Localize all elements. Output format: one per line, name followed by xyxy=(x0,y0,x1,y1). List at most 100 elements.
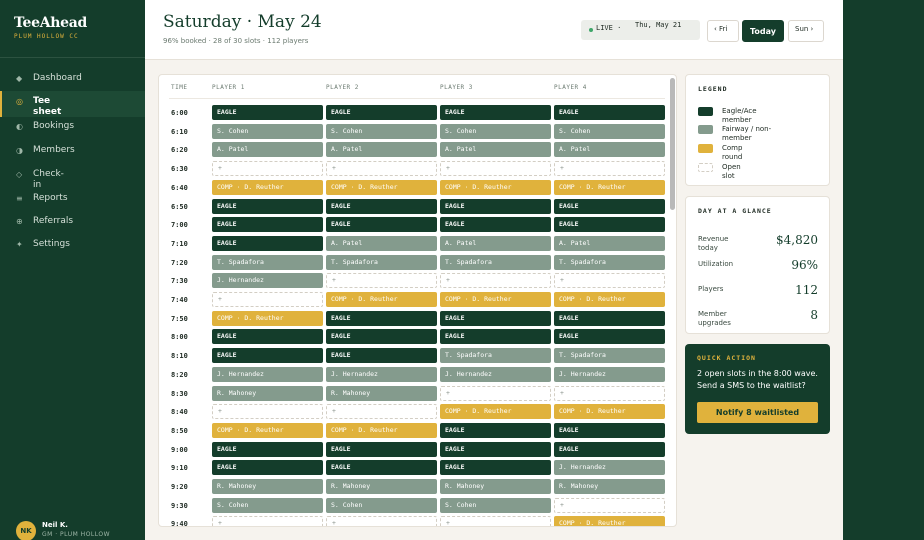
booking-slot[interactable]: COMP · D. Reuther xyxy=(212,179,323,195)
booking-slot[interactable]: COMP · D. Reuther xyxy=(440,179,551,195)
booking-slot[interactable]: EAGLE xyxy=(212,105,323,120)
open-slot[interactable]: + xyxy=(440,161,551,177)
booking-slot[interactable]: A. Patel xyxy=(212,142,323,158)
notify-waitlist-button[interactable]: Notify 8 waitlisted xyxy=(697,402,818,423)
booking-slot[interactable]: EAGLE xyxy=(212,198,323,214)
booking-slot[interactable]: S. Cohen xyxy=(212,497,323,513)
booking-slot[interactable]: T. Spadafora xyxy=(440,348,551,364)
sidebar-item-referrals[interactable]: ⊕ Referrals xyxy=(0,216,145,236)
sidebar-item-settings[interactable]: ✦ Settings xyxy=(0,239,145,259)
booking-slot[interactable]: EAGLE xyxy=(440,422,551,438)
booking-slot[interactable]: COMP · D. Reuther xyxy=(554,404,665,420)
booking-slot[interactable]: J. Hernandez xyxy=(212,366,323,382)
booking-slot[interactable]: COMP · D. Reuther xyxy=(212,422,323,438)
booking-slot[interactable]: EAGLE xyxy=(212,235,323,251)
booking-slot[interactable]: EAGLE xyxy=(212,348,323,364)
open-slot[interactable]: + xyxy=(212,161,323,177)
booking-slot[interactable]: A. Patel xyxy=(440,235,551,251)
next-day-button[interactable]: Sun › xyxy=(788,20,824,42)
booking-slot[interactable]: J. Hernandez xyxy=(554,460,665,476)
booking-slot[interactable]: T. Spadafora xyxy=(554,254,665,270)
booking-slot[interactable]: EAGLE xyxy=(326,310,437,326)
open-slot[interactable]: + xyxy=(554,497,665,513)
booking-slot[interactable]: EAGLE xyxy=(440,105,551,120)
booking-slot[interactable]: R. Mahoney xyxy=(326,385,437,401)
booking-slot[interactable]: R. Mahoney xyxy=(212,385,323,401)
booking-slot[interactable]: A. Patel xyxy=(554,142,665,158)
booking-slot[interactable]: T. Spadafora xyxy=(212,254,323,270)
today-button[interactable]: Today xyxy=(742,20,784,42)
sidebar-item-tee-sheet[interactable]: ◎ Tee sheet xyxy=(0,91,145,117)
booking-slot[interactable]: S. Cohen xyxy=(326,497,437,513)
booking-slot[interactable]: EAGLE xyxy=(326,105,437,120)
booking-slot[interactable]: J. Hernandez xyxy=(326,366,437,382)
prev-day-button[interactable]: ‹ Fri xyxy=(707,20,739,42)
booking-slot[interactable]: EAGLE xyxy=(440,441,551,457)
booking-slot[interactable]: COMP · D. Reuther xyxy=(554,179,665,195)
open-slot[interactable]: + xyxy=(554,273,665,289)
open-slot[interactable]: + xyxy=(554,161,665,177)
booking-slot[interactable]: A. Patel xyxy=(326,142,437,158)
booking-slot[interactable]: COMP · D. Reuther xyxy=(326,422,437,438)
booking-slot[interactable]: EAGLE xyxy=(554,329,665,345)
booking-slot[interactable]: EAGLE xyxy=(440,329,551,345)
booking-slot[interactable]: S. Cohen xyxy=(440,123,551,139)
booking-slot[interactable]: COMP · D. Reuther xyxy=(554,292,665,307)
booking-slot[interactable]: J. Hernandez xyxy=(554,366,665,382)
booking-slot[interactable]: A. Patel xyxy=(554,235,665,251)
sidebar-item-reports[interactable]: ≡ Reports xyxy=(0,193,145,213)
booking-slot[interactable]: J. Hernandez xyxy=(440,366,551,382)
booking-slot[interactable]: EAGLE xyxy=(212,217,323,233)
booking-slot[interactable]: R. Mahoney xyxy=(326,479,437,494)
booking-slot[interactable]: EAGLE xyxy=(554,105,665,120)
open-slot[interactable]: + xyxy=(212,516,323,526)
booking-slot[interactable]: EAGLE xyxy=(212,329,323,345)
booking-slot[interactable]: EAGLE xyxy=(326,460,437,476)
sidebar-item-dashboard[interactable]: ◆ Dashboard xyxy=(0,73,145,93)
booking-slot[interactable]: S. Cohen xyxy=(326,123,437,139)
booking-slot[interactable]: EAGLE xyxy=(212,441,323,457)
booking-slot[interactable]: S. Cohen xyxy=(212,123,323,139)
booking-slot[interactable]: R. Mahoney xyxy=(212,479,323,494)
booking-slot[interactable]: EAGLE xyxy=(554,198,665,214)
open-slot[interactable]: + xyxy=(326,273,437,289)
booking-slot[interactable]: A. Patel xyxy=(440,142,551,158)
booking-slot[interactable]: EAGLE xyxy=(440,198,551,214)
sidebar-item-check-in[interactable]: ◇ Check-in xyxy=(0,169,145,190)
booking-slot[interactable]: COMP · D. Reuther xyxy=(326,179,437,195)
booking-slot[interactable]: R. Mahoney xyxy=(440,479,551,494)
booking-slot[interactable]: COMP · D. Reuther xyxy=(440,404,551,420)
booking-slot[interactable]: COMP · D. Reuther xyxy=(440,292,551,307)
open-slot[interactable]: + xyxy=(326,161,437,177)
grid-scrollbar[interactable] xyxy=(670,78,675,210)
booking-slot[interactable]: EAGLE xyxy=(554,441,665,457)
booking-slot[interactable]: EAGLE xyxy=(554,310,665,326)
open-slot[interactable]: + xyxy=(440,273,551,289)
sidebar-item-bookings[interactable]: ◐ Bookings xyxy=(0,121,145,141)
open-slot[interactable]: + xyxy=(554,385,665,401)
booking-slot[interactable]: EAGLE xyxy=(326,329,437,345)
booking-slot[interactable]: EAGLE xyxy=(554,217,665,233)
open-slot[interactable]: + xyxy=(326,404,437,420)
booking-slot[interactable]: EAGLE xyxy=(212,460,323,476)
booking-slot[interactable]: T. Spadafora xyxy=(440,254,551,270)
booking-slot[interactable]: A. Patel xyxy=(326,235,437,251)
open-slot[interactable]: + xyxy=(326,516,437,526)
open-slot[interactable]: + xyxy=(212,404,323,420)
booking-slot[interactable]: COMP · D. Reuther xyxy=(212,310,323,326)
open-slot[interactable]: + xyxy=(440,516,551,526)
booking-slot[interactable]: R. Mahoney xyxy=(554,479,665,494)
booking-slot[interactable]: EAGLE xyxy=(440,217,551,233)
booking-slot[interactable]: EAGLE xyxy=(440,310,551,326)
booking-slot[interactable]: S. Cohen xyxy=(440,497,551,513)
user-profile[interactable]: NK Neil K. GM · PLUM HOLLOW xyxy=(16,521,110,540)
booking-slot[interactable]: COMP · D. Reuther xyxy=(326,292,437,307)
booking-slot[interactable]: EAGLE xyxy=(440,460,551,476)
open-slot[interactable]: + xyxy=(440,385,551,401)
booking-slot[interactable]: T. Spadafora xyxy=(554,348,665,364)
open-slot[interactable]: + xyxy=(212,292,323,307)
booking-slot[interactable]: T. Spadafora xyxy=(326,254,437,270)
booking-slot[interactable]: EAGLE xyxy=(326,441,437,457)
booking-slot[interactable]: J. Hernandez xyxy=(212,273,323,289)
sidebar-item-members[interactable]: ◑ Members xyxy=(0,145,145,165)
